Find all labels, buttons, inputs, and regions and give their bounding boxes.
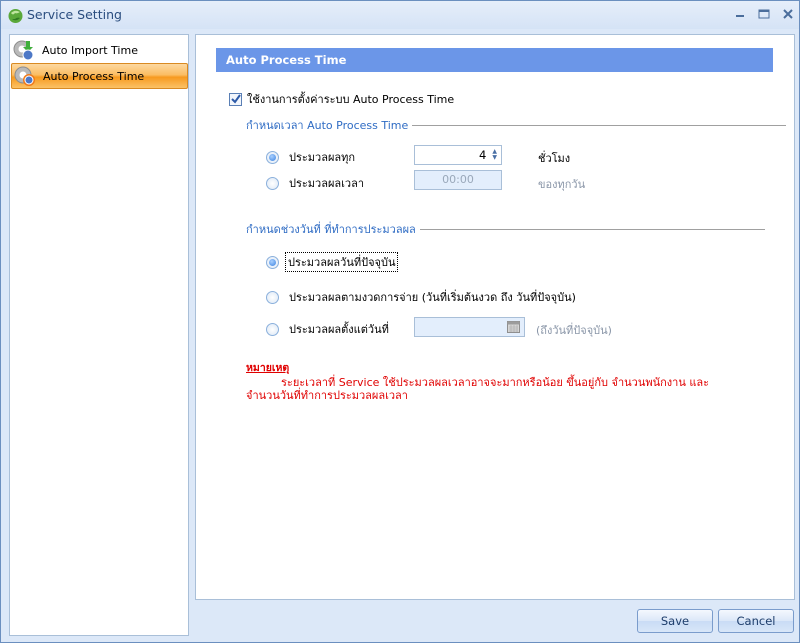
to-today-suffix: (ถึงวันที่ปัจจุบัน) bbox=[536, 324, 612, 337]
maximize-icon bbox=[758, 9, 770, 19]
date-group-title-text: กำหนดช่วงวันที่ ที่ทำการประมวลผล bbox=[246, 223, 416, 236]
time-group-title: กำหนดเวลา Auto Process Time bbox=[246, 116, 787, 134]
divider bbox=[419, 228, 765, 230]
radio-process-every[interactable]: ประมวลผลทุก bbox=[266, 148, 355, 166]
radio-process-pay-period[interactable]: ประมวลผลตามงวดการจ่าย (วันที่เริ่มต้นงวด… bbox=[266, 288, 576, 306]
time-group-title-text: กำหนดเวลา Auto Process Time bbox=[246, 119, 409, 132]
radio-label: ประมวลผลตั้งแต่วันที่ bbox=[289, 323, 389, 336]
nav-item-auto-process-time[interactable]: Auto Process Time bbox=[11, 63, 188, 89]
radio-process-today[interactable]: ประมวลผลวันที่ปัจจุบัน bbox=[266, 252, 399, 272]
radio-process-at-time[interactable]: ประมวลผลเวลา bbox=[266, 174, 364, 192]
radio-process-from-date[interactable]: ประมวลผลตั้งแต่วันที่ bbox=[266, 320, 389, 338]
radio-button[interactable] bbox=[266, 322, 279, 336]
enable-auto-process-label: ใช้งานการตั้งค่าระบบ Auto Process Time bbox=[247, 93, 455, 106]
title-bar: Service Setting bbox=[1, 1, 799, 29]
radio-label: ประมวลผลตามงวดการจ่าย (วันที่เริ่มต้นงวด… bbox=[289, 291, 576, 304]
gear-process-icon bbox=[14, 66, 35, 86]
radio-label: ประมวลผลวันที่ปัจจุบัน bbox=[285, 252, 399, 272]
panel-header: Auto Process Time bbox=[216, 48, 773, 72]
maximize-button[interactable] bbox=[755, 7, 773, 21]
close-icon bbox=[783, 9, 793, 19]
hours-value[interactable]: 4 bbox=[479, 148, 486, 162]
nav-item-auto-import-time[interactable]: Auto Import Time bbox=[11, 37, 188, 63]
settings-panel: Auto Process Time ใช้งานการตั้งค่าระบบ A… bbox=[195, 34, 795, 600]
radio-button[interactable] bbox=[266, 176, 279, 190]
checkmark-icon bbox=[230, 94, 241, 104]
minimize-button[interactable] bbox=[731, 7, 749, 21]
nav-item-label: Auto Process Time bbox=[43, 69, 145, 83]
window-title: Service Setting bbox=[27, 7, 122, 22]
daily-unit: ของทุกวัน bbox=[538, 178, 586, 191]
stepper-down-icon[interactable]: ▼ bbox=[492, 155, 497, 161]
note-title: หมายเหตุ bbox=[246, 362, 290, 374]
settings-nav: Auto Import Time Auto Process Time bbox=[9, 34, 189, 636]
calendar-icon[interactable] bbox=[507, 321, 520, 333]
date-group-title: กำหนดช่วงวันที่ ที่ทำการประมวลผล bbox=[246, 220, 765, 238]
radio-button[interactable] bbox=[266, 255, 279, 269]
cancel-button[interactable]: Cancel bbox=[718, 609, 794, 633]
hours-stepper[interactable]: 4 ▲ ▼ bbox=[414, 145, 502, 165]
stepper-arrows[interactable]: ▲ ▼ bbox=[492, 149, 497, 161]
divider bbox=[412, 124, 787, 126]
time-input[interactable]: 00:00 bbox=[414, 170, 502, 190]
from-date-picker[interactable] bbox=[414, 317, 525, 337]
radio-button[interactable] bbox=[266, 150, 279, 164]
radio-label: ประมวลผลเวลา bbox=[289, 177, 365, 190]
gear-import-icon bbox=[13, 40, 34, 61]
app-logo-icon bbox=[8, 9, 23, 23]
hours-unit: ชั่วโมง bbox=[538, 152, 571, 165]
save-button[interactable]: Save bbox=[637, 609, 713, 633]
enable-auto-process-row: ใช้งานการตั้งค่าระบบ Auto Process Time bbox=[229, 90, 454, 108]
service-setting-window: Service Setting Auto Import Time Auto Pr… bbox=[0, 0, 800, 643]
enable-auto-process-checkbox[interactable] bbox=[229, 92, 242, 106]
radio-button[interactable] bbox=[266, 290, 279, 304]
close-button[interactable] bbox=[779, 7, 797, 21]
radio-label: ประมวลผลทุก bbox=[289, 151, 356, 164]
note-body: ระยะเวลาที่ Service ใช้ประมวลผลเวลาอาจจะ… bbox=[246, 376, 710, 402]
minimize-icon bbox=[736, 15, 744, 17]
nav-item-label: Auto Import Time bbox=[42, 43, 138, 57]
